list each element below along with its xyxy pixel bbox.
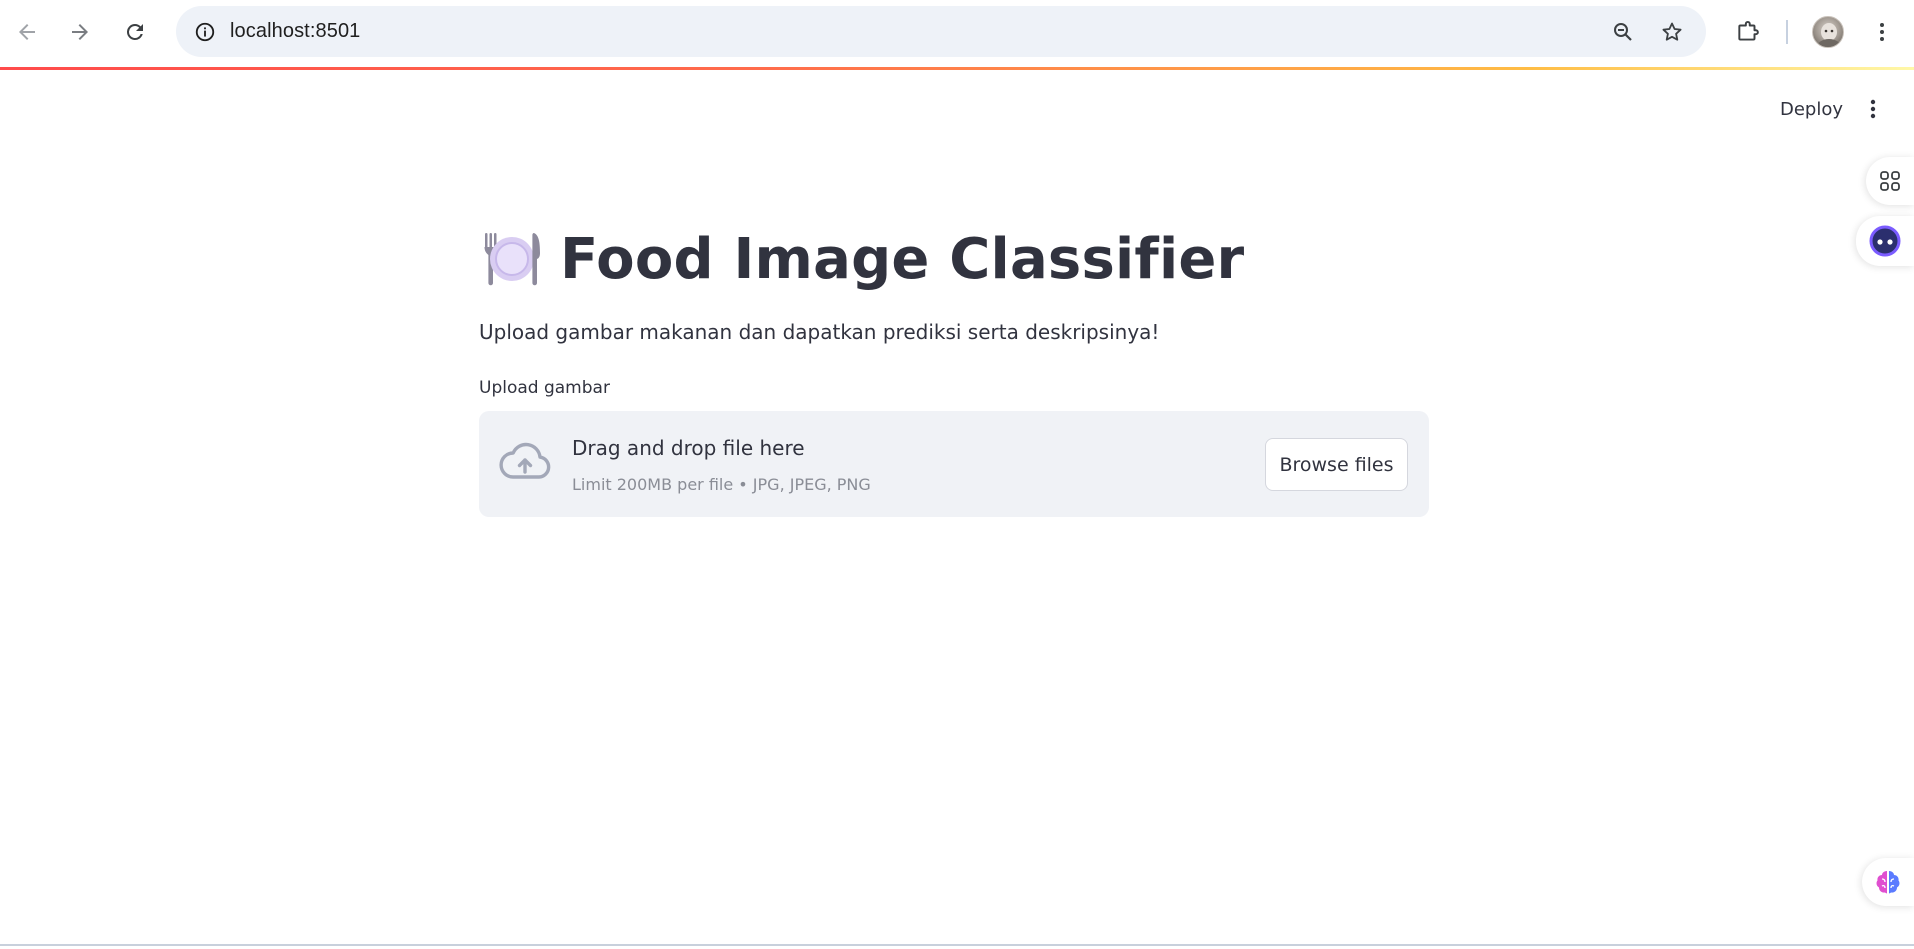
uploader-label: Upload gambar bbox=[479, 378, 610, 398]
app-decoration-bar bbox=[0, 67, 1914, 70]
app-menu-button[interactable] bbox=[1858, 92, 1888, 126]
more-vert-icon bbox=[1880, 23, 1884, 41]
extensions-button[interactable] bbox=[1728, 12, 1768, 52]
file-dropzone[interactable]: Drag and drop file here Limit 200MB per … bbox=[479, 411, 1429, 517]
plate-cutlery-icon bbox=[484, 233, 540, 286]
site-info-button[interactable] bbox=[186, 13, 223, 50]
reload-button[interactable] bbox=[115, 12, 155, 52]
puzzle-icon bbox=[1738, 20, 1759, 41]
star-icon bbox=[1662, 22, 1681, 41]
page-title: Food Image Classifier bbox=[478, 225, 1244, 293]
browser-menu-button[interactable] bbox=[1862, 12, 1902, 52]
profile-avatar[interactable] bbox=[1812, 16, 1844, 48]
deploy-button[interactable]: Deploy bbox=[1768, 94, 1855, 124]
assistant-widget[interactable] bbox=[1856, 216, 1914, 266]
forward-button[interactable] bbox=[60, 12, 100, 52]
arrow-left-icon bbox=[19, 24, 35, 40]
back-button[interactable] bbox=[7, 12, 47, 52]
browser-toolbar: localhost:8501 bbox=[0, 0, 1914, 66]
zoom-button[interactable] bbox=[1604, 13, 1641, 50]
cloud-upload-icon bbox=[499, 442, 551, 479]
apps-widget[interactable] bbox=[1866, 157, 1914, 205]
reload-icon bbox=[126, 23, 143, 40]
browse-files-button[interactable]: Browse files bbox=[1265, 438, 1408, 491]
zoom-out-icon bbox=[1613, 22, 1632, 41]
brain-widget[interactable] bbox=[1862, 858, 1914, 906]
toolbar-divider bbox=[1786, 20, 1788, 44]
avatar-icon bbox=[1817, 23, 1841, 47]
url-text[interactable]: localhost:8501 bbox=[230, 20, 360, 43]
brain-icon bbox=[1876, 871, 1900, 894]
apps-grid-icon bbox=[1880, 171, 1900, 191]
more-vert-icon bbox=[1870, 99, 1876, 119]
dropzone-title: Drag and drop file here bbox=[572, 436, 805, 460]
arrow-right-icon bbox=[72, 24, 88, 40]
assistant-face-icon bbox=[1869, 225, 1901, 257]
title-text: Food Image Classifier bbox=[560, 226, 1245, 292]
page-subtitle: Upload gambar makanan dan dapatkan predi… bbox=[479, 320, 1160, 344]
bottom-divider bbox=[0, 944, 1914, 946]
bookmark-button[interactable] bbox=[1653, 13, 1690, 50]
address-bar[interactable]: localhost:8501 bbox=[176, 6, 1706, 57]
info-icon bbox=[195, 22, 214, 41]
dropzone-limit: Limit 200MB per file • JPG, JPEG, PNG bbox=[572, 475, 871, 494]
